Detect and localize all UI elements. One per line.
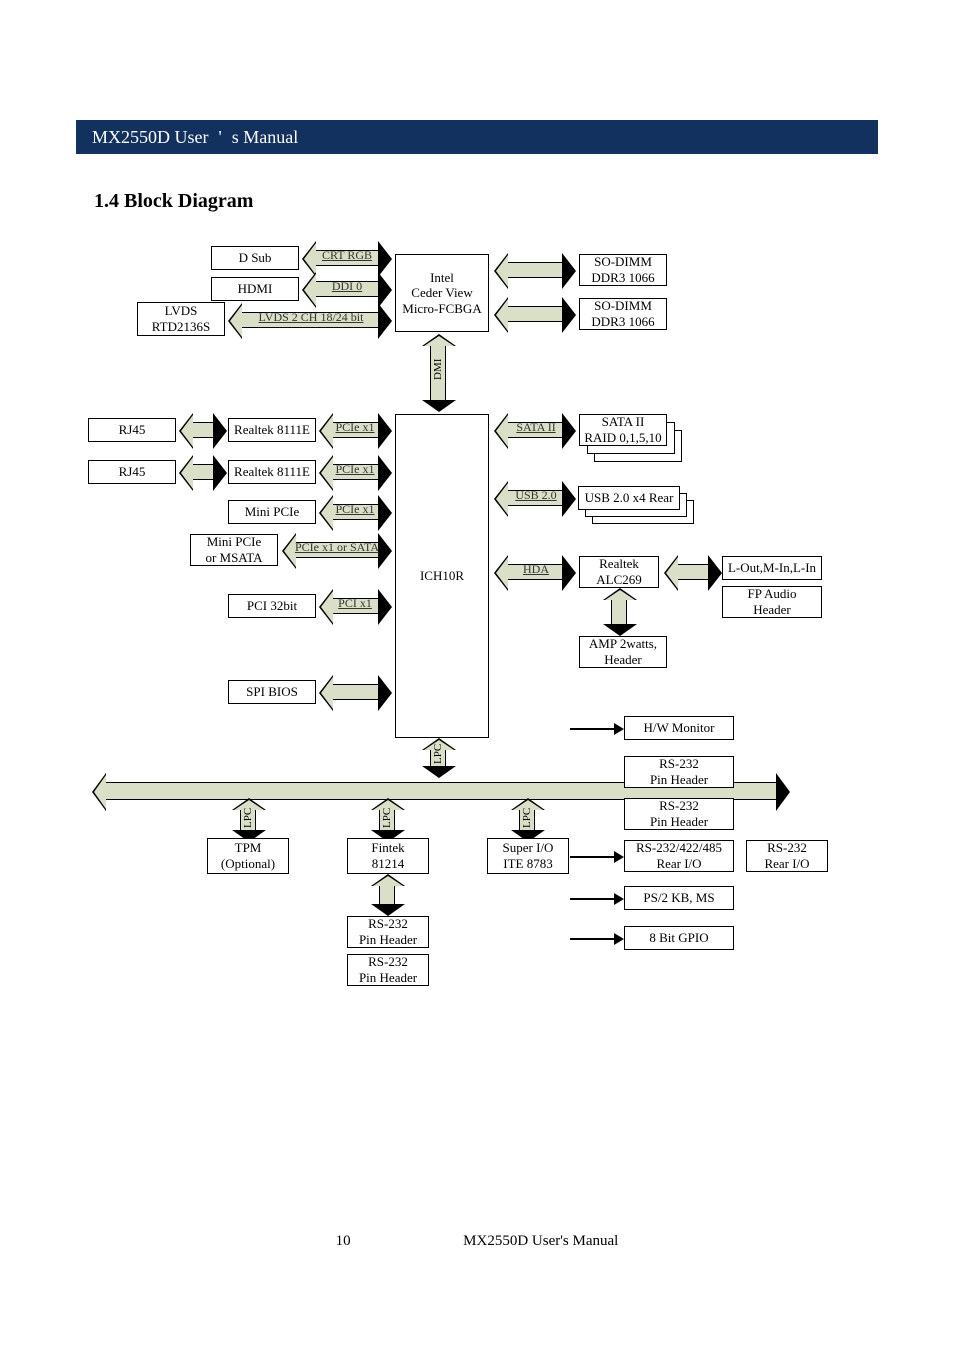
title-left: MX2550D User: [92, 127, 209, 148]
rs232-422-485: RS-232/422/485 Rear I/O: [624, 840, 734, 872]
sio-box: Super I/O ITE 8783: [487, 838, 569, 874]
fp-audio: FP Audio Header: [722, 586, 822, 618]
title-sep: ': [219, 127, 222, 148]
page-heading: 1.4 Block Diagram: [94, 190, 253, 213]
pci32: PCI 32bit: [228, 594, 316, 618]
fintek-box: Fintek 81214: [347, 838, 429, 874]
mini-pcie-msata: Mini PCIe or MSATA: [190, 534, 278, 566]
sodimm-1: SO-DIMMDDR3 1066: [579, 254, 667, 286]
lpc-l3: LPC: [521, 808, 533, 828]
lpc-vlabel: LPC: [432, 744, 444, 764]
usb-box: USB 2.0 x4 Rear: [578, 486, 680, 510]
pch-box: ICH10R: [395, 414, 489, 738]
hdmi-box: HDMI: [211, 277, 299, 301]
pcie-1: PCIe x1: [332, 420, 378, 435]
ddi-label: DDI 0: [324, 279, 370, 294]
title-bar: MX2550D User ' s Manual: [76, 120, 878, 154]
mem-arrow-1: [508, 262, 562, 278]
tpm-box: TPM (Optional): [207, 838, 289, 874]
sio-line-ps2: [570, 898, 614, 900]
crt-label: CRT RGB: [318, 248, 376, 263]
lvds-box: LVDS RTD2136S: [137, 302, 225, 336]
pcie-2: PCIe x1: [332, 462, 378, 477]
sodimm-2: SO-DIMMDDR3 1066: [579, 298, 667, 330]
footer-text: 10 MX2550D User's Manual: [0, 1233, 954, 1250]
rj45-2: RJ45: [88, 460, 176, 484]
cpu-box: Intel Ceder View Micro-FCBGA: [395, 254, 489, 332]
sio-line-hw: [570, 728, 614, 730]
mem-arrow-2: [508, 306, 562, 322]
codec-box: Realtek ALC269: [579, 556, 659, 588]
rj45-1: RJ45: [88, 418, 176, 442]
lvds-bus-label: LVDS 2 CH 18/24 bit: [248, 310, 374, 325]
realtek-1: Realtek 8111E: [228, 418, 316, 442]
mini-pcie: Mini PCIe: [228, 500, 316, 524]
rj45-1-arr: [193, 422, 213, 438]
sio-rs232-2: RS-232 Pin Header: [624, 798, 734, 830]
amp-box: AMP 2watts, Header: [579, 636, 667, 668]
fintek-down: [379, 886, 395, 904]
hda-label: HDA: [520, 562, 552, 577]
usb-bus: USB 2.0: [512, 488, 560, 503]
hw-monitor: H/W Monitor: [624, 716, 734, 740]
dmi-label: DMI: [432, 360, 444, 380]
pcie-3: PCIe x1: [332, 502, 378, 517]
sata-box: SATA II RAID 0,1,5,10: [579, 414, 667, 446]
dsub-box: D Sub: [211, 246, 299, 270]
sio-line-gpio: [570, 938, 614, 940]
codec-arr: [678, 564, 708, 580]
realtek-2: Realtek 8111E: [228, 460, 316, 484]
pci-x1: PCI x1: [332, 596, 378, 611]
fintek-rs232-2: RS-232 Pin Header: [347, 954, 429, 986]
sata-bus: SATA II: [512, 420, 560, 435]
sio-rs232-1: RS-232 Pin Header: [624, 756, 734, 788]
audio-jacks: L-Out,M-In,L-In: [722, 556, 822, 580]
fintek-rs232-1: RS-232 Pin Header: [347, 916, 429, 948]
rj45-2-arr: [193, 464, 213, 480]
ps2-box: PS/2 KB, MS: [624, 886, 734, 910]
sio-line-485: [570, 856, 614, 858]
spi-arr: [333, 684, 378, 700]
lpc-l1: LPC: [242, 808, 254, 828]
pcie-sata: PCIe x1 or SATA: [290, 540, 384, 555]
gpio-box: 8 Bit GPIO: [624, 926, 734, 950]
spi-bios: SPI BIOS: [228, 680, 316, 704]
lpc-l2: LPC: [381, 808, 393, 828]
title-right: s Manual: [232, 127, 299, 148]
rs232-rear: RS-232 Rear I/O: [746, 840, 828, 872]
amp-vbus: [611, 600, 627, 624]
